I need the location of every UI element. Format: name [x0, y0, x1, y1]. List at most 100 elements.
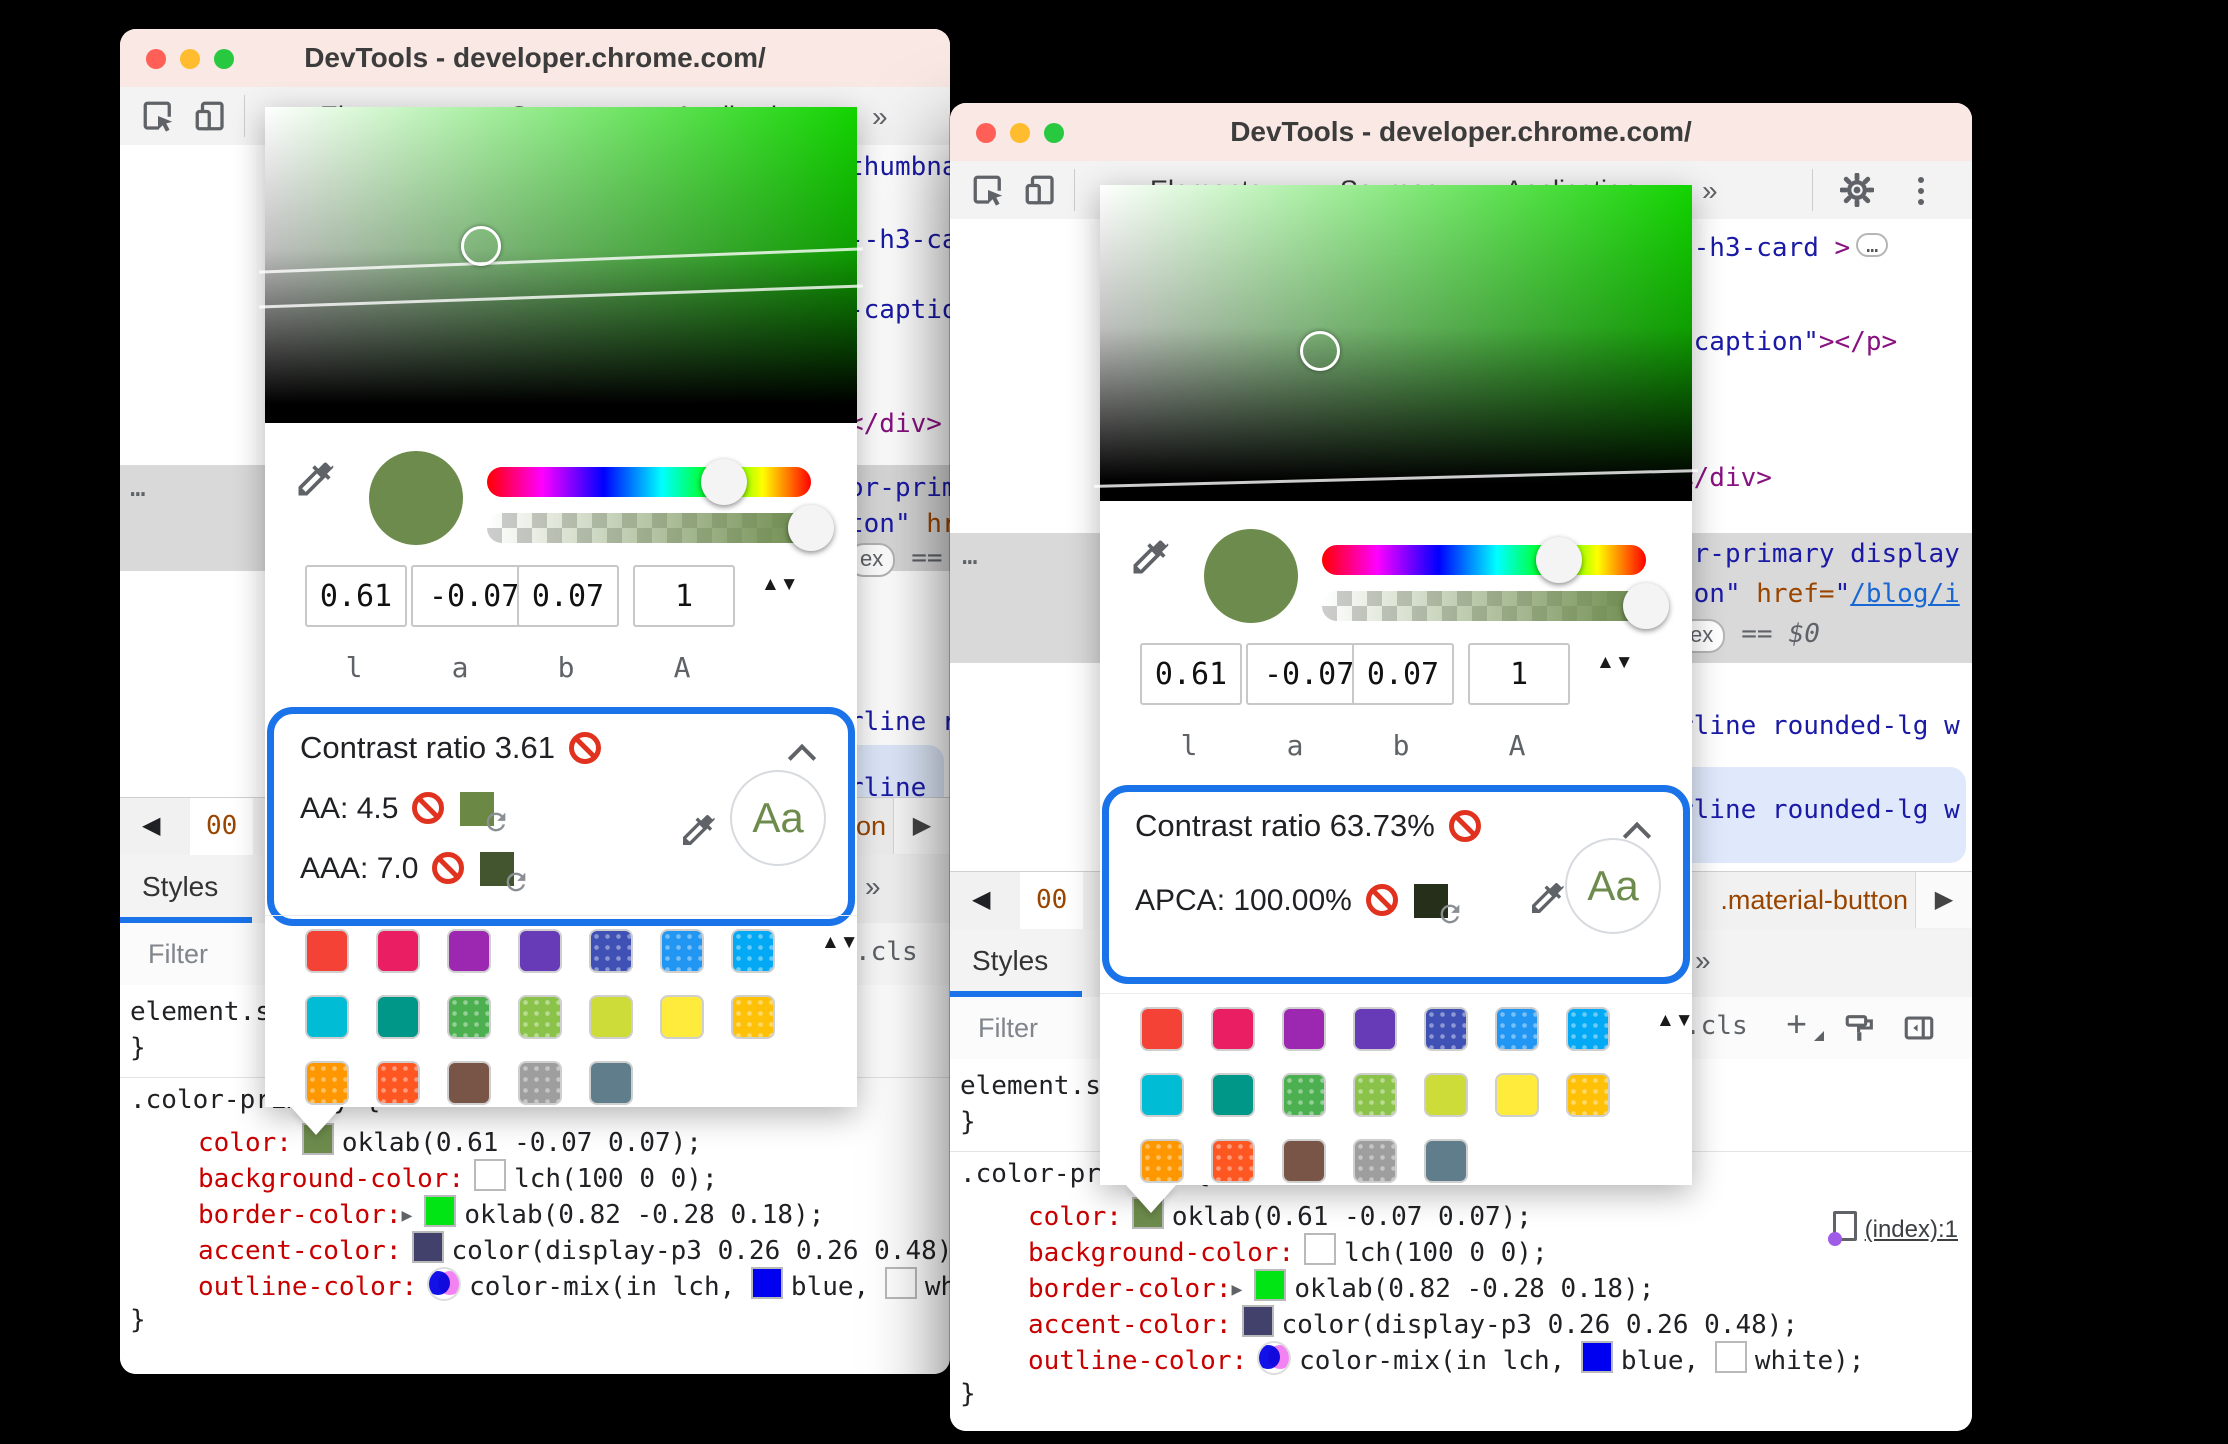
palette-swatch[interactable] — [447, 995, 491, 1039]
aa-preview-badge[interactable]: Aa — [1565, 838, 1661, 934]
inspect-icon[interactable] — [970, 172, 1006, 213]
palette-swatch[interactable] — [1353, 1139, 1397, 1183]
color-mix-icon[interactable] — [1257, 1341, 1292, 1375]
dom-ellipsis[interactable]: … — [130, 471, 146, 505]
palette-swatch[interactable] — [589, 929, 633, 973]
css-property[interactable]: border-color:▶ oklab(0.82 -0.28 0.18); — [1028, 1269, 1654, 1307]
palette-swatch[interactable] — [1211, 1139, 1255, 1183]
href-link[interactable]: /blog/i — [1850, 579, 1960, 609]
css-property[interactable]: background-color: lch(100 0 0); — [198, 1159, 718, 1196]
palette-swatch[interactable] — [1495, 1073, 1539, 1117]
alpha-field[interactable] — [1468, 643, 1570, 705]
shade-selector[interactable] — [1300, 331, 1340, 371]
kebab-menu-icon[interactable] — [1918, 177, 1924, 210]
inspect-icon[interactable] — [140, 98, 176, 139]
breadcrumb-crumb-selected[interactable]: .material-button — [1720, 872, 1908, 928]
dom-badges[interactable]: ex == $0 — [1678, 617, 1820, 653]
alpha-slider[interactable] — [487, 505, 834, 551]
device-toolbar-icon[interactable] — [192, 98, 228, 139]
dom-line[interactable]: ton" hr — [848, 507, 950, 541]
palette-swatch[interactable] — [589, 995, 633, 1039]
palette-swatch[interactable] — [1424, 1139, 1468, 1183]
css-property[interactable]: outline-color: color-mix(in lch, blue, wh… — [198, 1267, 950, 1304]
sidebar-more-icon[interactable]: » — [865, 871, 881, 903]
breadcrumb-crumb[interactable]: 00 — [1020, 872, 1084, 930]
color-swatch[interactable] — [884, 1267, 917, 1299]
palette-swatch[interactable] — [731, 929, 775, 973]
hue-slider[interactable] — [487, 459, 811, 505]
dom-ellipsis[interactable]: … — [962, 539, 978, 573]
chevron-up-icon[interactable] — [787, 743, 817, 773]
color-swatch[interactable] — [474, 1159, 507, 1191]
dom-line[interactable]: or-prim — [848, 471, 950, 505]
apca-color-swatch[interactable] — [1413, 884, 1460, 924]
breadcrumb-forward-icon[interactable]: ▶ — [893, 798, 950, 854]
color-swatch[interactable] — [424, 1195, 457, 1227]
color-swatch[interactable] — [1254, 1269, 1287, 1301]
palette-swatch[interactable] — [660, 995, 704, 1039]
breadcrumb-back-icon[interactable]: ◀ — [142, 811, 160, 840]
b-field[interactable] — [517, 565, 619, 627]
palette-swatch[interactable] — [1424, 1007, 1468, 1051]
eyedropper-icon[interactable] — [1527, 878, 1567, 923]
color-mix-icon[interactable] — [427, 1267, 462, 1301]
palette-swatch[interactable] — [1353, 1073, 1397, 1117]
dom-line[interactable]: </div> — [1678, 461, 1772, 495]
more-tabs-icon[interactable]: » — [872, 101, 888, 133]
current-color-swatch[interactable] — [369, 451, 463, 545]
a-field[interactable] — [411, 565, 527, 627]
eyedropper-icon[interactable] — [1128, 535, 1172, 584]
current-color-swatch[interactable] — [1204, 529, 1298, 623]
palette-swatch[interactable] — [1211, 1073, 1255, 1117]
shade-gradient[interactable] — [1094, 185, 1698, 501]
dom-line[interactable]: rline rounded-lg w — [1678, 793, 1960, 827]
css-property[interactable]: accent-color: color(display-p3 0.26 0.26 … — [198, 1231, 950, 1268]
eyedropper-icon[interactable] — [678, 810, 718, 855]
expand-icon[interactable]: ▶ — [1232, 1279, 1243, 1300]
color-swatch[interactable] — [411, 1231, 444, 1263]
tab-styles[interactable]: Styles — [142, 871, 218, 903]
alpha-handle[interactable] — [1623, 583, 1669, 629]
color-swatch[interactable] — [1580, 1341, 1613, 1373]
aa-color-swatch[interactable] — [460, 792, 506, 832]
palette-swatch[interactable] — [376, 1061, 420, 1105]
dom-line[interactable]: ton" href="/blog/i — [1678, 577, 1960, 611]
palette-swatch[interactable] — [660, 929, 704, 973]
dom-line[interactable]: --h3-ca — [848, 223, 950, 257]
tab-styles[interactable]: Styles — [972, 945, 1048, 977]
shade-gradient[interactable] — [259, 107, 863, 423]
dom-line[interactable]: or-primary display — [1678, 537, 1960, 571]
dom-badges[interactable]: ex == — [848, 541, 943, 577]
css-property[interactable]: color: oklab(0.61 -0.07 0.07); — [198, 1123, 702, 1160]
palette-swatch[interactable] — [1282, 1007, 1326, 1051]
b-field[interactable] — [1352, 643, 1454, 705]
cls-button[interactable]: .cls — [855, 937, 918, 967]
css-property[interactable]: border-color:▶ oklab(0.82 -0.28 0.18); — [198, 1195, 824, 1233]
palette-swatch[interactable] — [1140, 1073, 1184, 1117]
l-field[interactable] — [1140, 643, 1242, 705]
palette-swatch[interactable] — [518, 1061, 562, 1105]
dom-line[interactable]: thumbna — [848, 150, 950, 184]
dom-line[interactable]: -captio — [848, 293, 950, 327]
minimize-button[interactable] — [1010, 123, 1030, 143]
palette-swatch[interactable] — [1140, 1139, 1184, 1183]
color-swatch[interactable] — [1304, 1233, 1337, 1265]
palette-swatch[interactable] — [305, 1061, 349, 1105]
css-property[interactable]: outline-color: color-mix(in lch, blue, wh… — [1028, 1341, 1864, 1378]
palette-swatch[interactable] — [589, 1061, 633, 1105]
cls-button[interactable]: .cls — [1685, 1011, 1748, 1041]
l-field[interactable] — [305, 565, 407, 627]
palette-swatch[interactable] — [376, 995, 420, 1039]
sidebar-toggle-icon[interactable] — [1902, 1011, 1936, 1050]
dom-line[interactable]: rline rounded-lg w — [1678, 709, 1960, 743]
devtools-window-back[interactable]: DevTools - developer.chrome.com/ Element… — [120, 29, 950, 1374]
dom-line[interactable]: -caption"></p> — [1678, 325, 1897, 359]
hue-handle[interactable] — [700, 459, 747, 505]
titlebar[interactable]: DevTools - developer.chrome.com/ — [120, 29, 950, 88]
alpha-field[interactable] — [633, 565, 735, 627]
palette-swatch[interactable] — [305, 929, 349, 973]
palette-swatch[interactable] — [1282, 1139, 1326, 1183]
palette-stepper[interactable]: ▲▼ — [1656, 1011, 1694, 1030]
palette-stepper[interactable]: ▲▼ — [821, 933, 859, 952]
color-swatch[interactable] — [1714, 1341, 1747, 1373]
